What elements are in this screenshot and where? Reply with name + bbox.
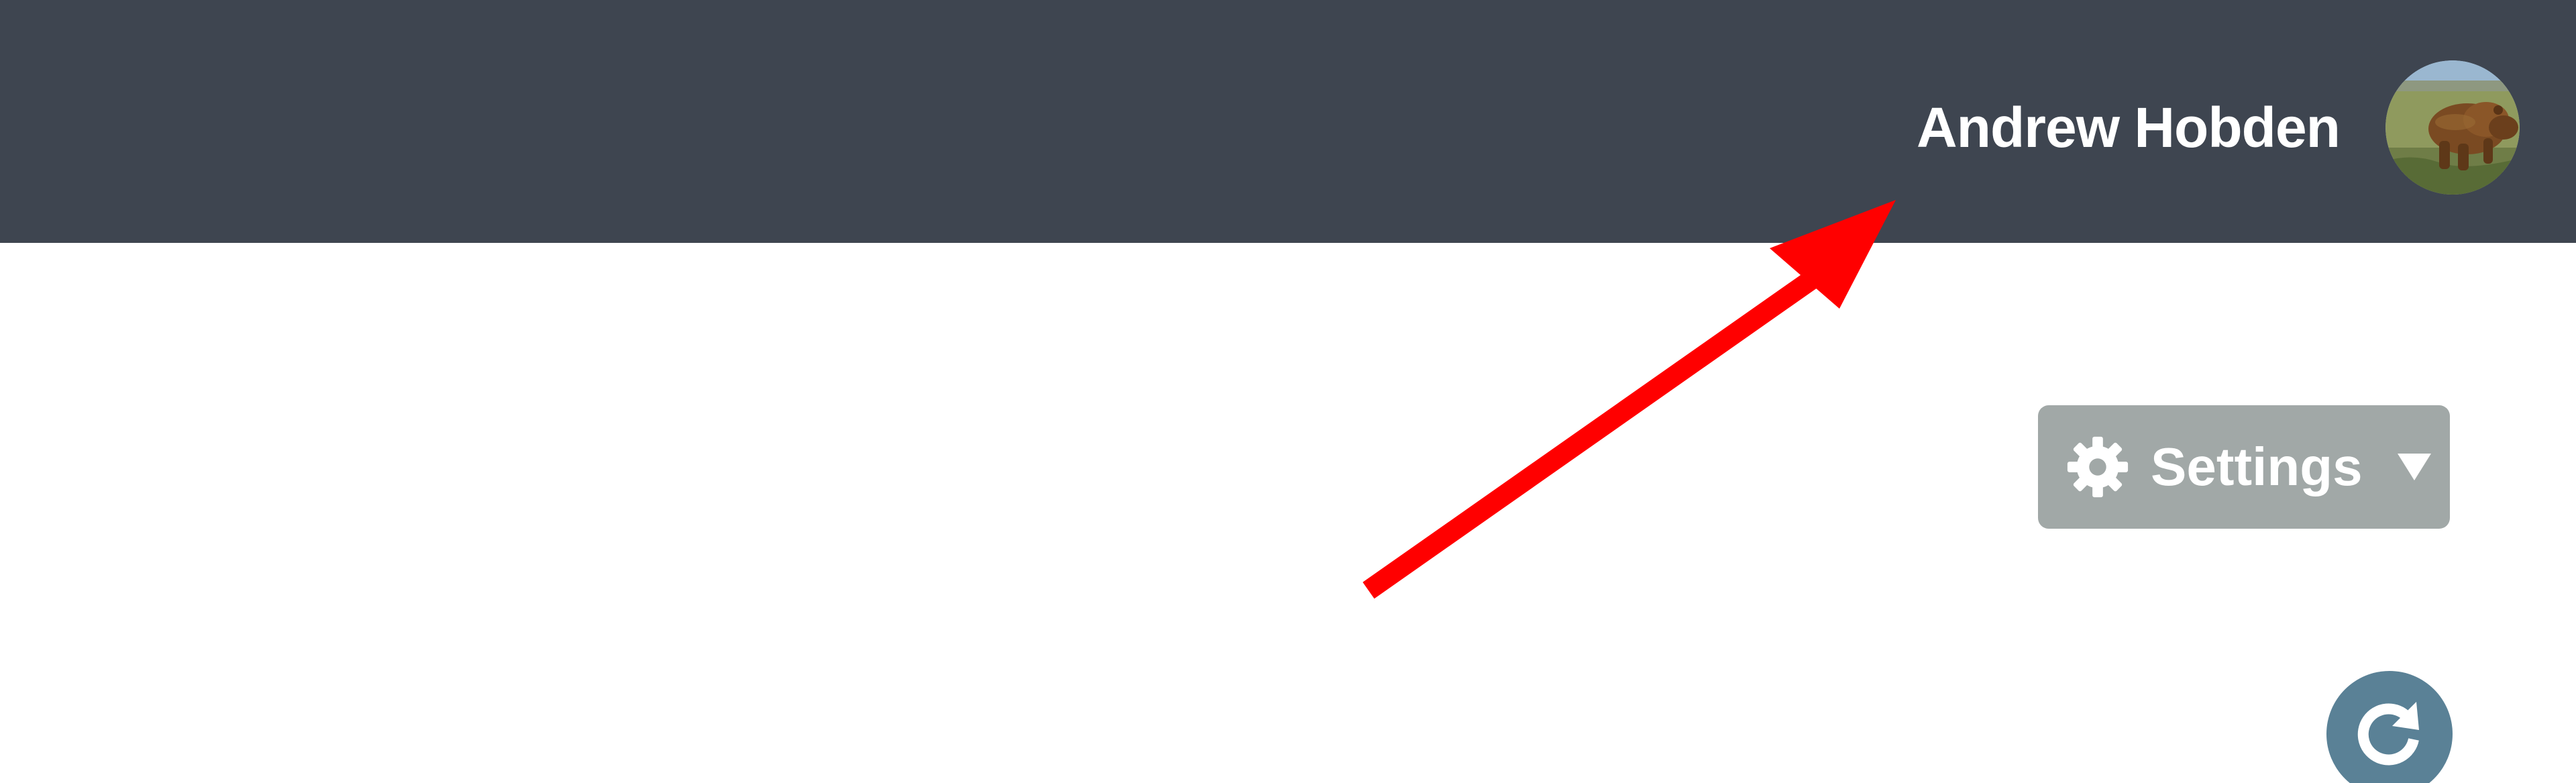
refresh-icon — [2357, 702, 2419, 766]
caret-down-icon — [2397, 454, 2431, 480]
gear-icon — [2067, 436, 2129, 498]
settings-label: Settings — [2151, 437, 2363, 497]
top-navigation-bar: Andrew Hobden — [0, 0, 2576, 243]
bear-avatar-icon[interactable] — [2385, 60, 2520, 195]
refresh-button[interactable] — [2326, 671, 2453, 783]
user-menu[interactable]: Andrew Hobden — [1917, 60, 2520, 195]
settings-dropdown-button[interactable]: Settings — [2038, 405, 2450, 529]
page: Andrew Hobden Settings — [0, 0, 2576, 783]
user-name[interactable]: Andrew Hobden — [1917, 95, 2341, 160]
